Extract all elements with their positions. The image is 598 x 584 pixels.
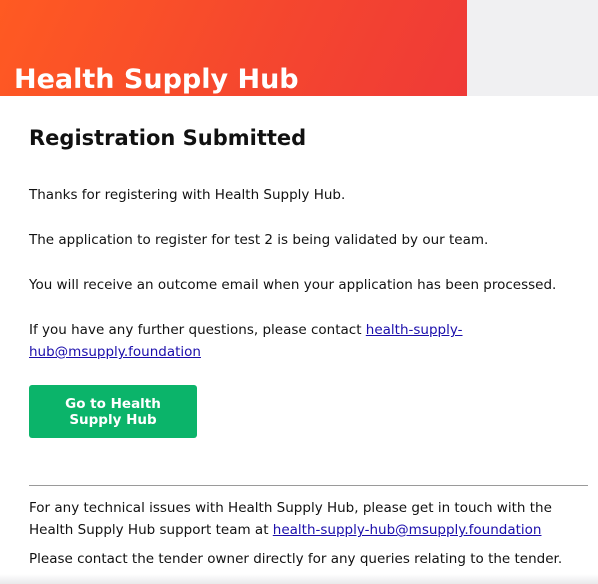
outcome-text: You will receive an outcome email when y…: [29, 277, 557, 293]
validation-text: The application to register for test 2 i…: [29, 232, 489, 248]
background-panel: [467, 0, 598, 96]
questions-text: If you have any further questions, pleas…: [29, 319, 469, 363]
questions-prefix: If you have any further questions, pleas…: [29, 322, 366, 338]
main-content: Registration Submitted Thanks for regist…: [29, 96, 589, 438]
go-to-hub-button-label: Go to Health Supply Hub: [65, 395, 161, 428]
page-title: Registration Submitted: [29, 126, 307, 150]
thanks-text: Thanks for registering with Health Suppl…: [29, 187, 346, 203]
email-page: Health Supply Hub Registration Submitted…: [0, 0, 598, 584]
divider: [29, 485, 588, 486]
header-banner: Health Supply Hub: [0, 0, 467, 96]
tender-owner-text: Please contact the tender owner directly…: [29, 551, 563, 567]
brand-title: Health Supply Hub: [14, 64, 299, 95]
footer: For any technical issues with Health Sup…: [29, 497, 589, 570]
support-text: For any technical issues with Health Sup…: [29, 497, 589, 541]
support-email-link[interactable]: health-supply-hub@msupply.foundation: [273, 522, 542, 538]
bottom-shade: [0, 574, 598, 584]
go-to-hub-button[interactable]: Go to Health Supply Hub: [29, 385, 197, 438]
